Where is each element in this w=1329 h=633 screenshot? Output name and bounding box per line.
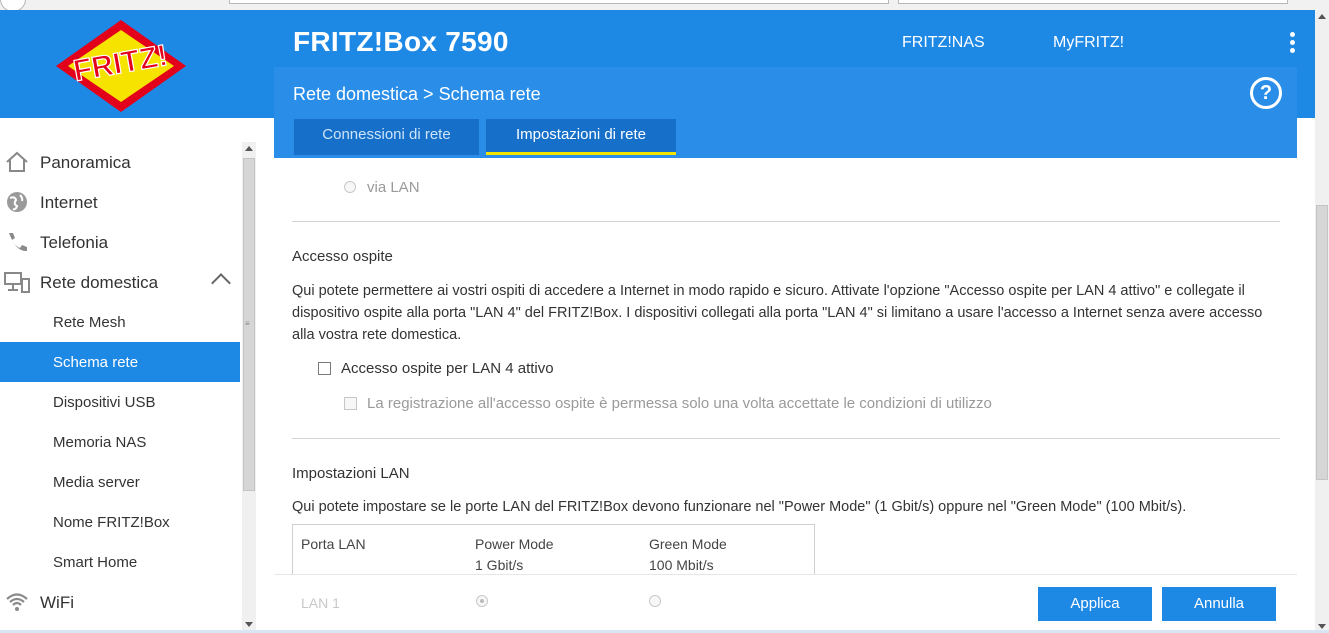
scroll-down-arrow-icon[interactable] — [245, 622, 253, 627]
wifi-icon — [6, 593, 28, 611]
lan-settings-description: Qui potete impostare se le porte LAN del… — [292, 499, 1187, 515]
sidebar-item-memoria-nas[interactable]: Memoria NAS — [0, 422, 240, 462]
via-lan-radio[interactable] — [344, 181, 356, 193]
browser-search-bar[interactable] — [898, 0, 1288, 4]
tab-impostazioni-di-rete[interactable]: Impostazioni di rete — [486, 119, 676, 155]
sidebar-item-wifi[interactable]: WiFi — [0, 582, 240, 622]
browser-toolbar — [0, 0, 1329, 12]
sidebar-item-label: Rete domestica — [40, 273, 159, 292]
divider — [292, 221, 1280, 222]
sidebar-item-dispositivi-usb[interactable]: Dispositivi USB — [0, 382, 240, 422]
lan-ports-table: Porta LAN Power Mode 1 Gbit/s Green Mode… — [292, 524, 815, 574]
sidebar-item-nome-fritzbox[interactable]: Nome FRITZ!Box — [0, 502, 240, 542]
sidebar-item-label: Rete Mesh — [53, 314, 126, 331]
sidebar-item-smart-home[interactable]: Smart Home — [0, 542, 240, 582]
page-scrollbar[interactable] — [1315, 10, 1329, 633]
sidebar-item-label: Nome FRITZ!Box — [53, 514, 170, 531]
myfritz-link[interactable]: MyFRITZ! — [1053, 34, 1124, 52]
table-header-port: Porta LAN — [301, 536, 366, 552]
tab-connessioni-di-rete[interactable]: Connessioni di rete — [294, 119, 479, 155]
breadcrumb: Rete domestica > Schema rete — [293, 84, 541, 104]
sidebar-item-rete-mesh[interactable]: Rete Mesh — [0, 302, 240, 342]
sidebar-item-label: Dispositivi USB — [53, 394, 156, 411]
guest-lan4-label: Accesso ospite per LAN 4 attivo — [341, 360, 554, 377]
table-header-green-mode: Green Mode 100 Mbit/s — [649, 536, 727, 573]
sidebar-item-panoramica[interactable]: Panoramica — [0, 142, 240, 182]
lan1-green-mode-radio[interactable] — [649, 595, 661, 607]
scroll-up-arrow-icon[interactable] — [1318, 14, 1326, 19]
sidebar-item-media-server[interactable]: Media server — [0, 462, 240, 502]
sidebar-item-rete-domestica[interactable]: Rete domestica — [0, 262, 240, 302]
fritz-nas-link[interactable]: FRITZ!NAS — [902, 34, 985, 52]
scroll-up-arrow-icon[interactable] — [245, 146, 253, 151]
main-content: via LAN Accesso ospite Qui potete permet… — [274, 158, 1297, 574]
guest-access-description: Qui potete permettere ai vostri ospiti d… — [292, 283, 1263, 343]
cancel-button[interactable]: Annulla — [1162, 587, 1276, 621]
address-bar[interactable] — [229, 0, 889, 4]
fritz-logo[interactable]: FRITZ! — [52, 18, 190, 114]
scrollbar-thumb[interactable] — [1316, 205, 1328, 480]
sidebar-item-label: Schema rete — [53, 354, 139, 371]
sidebar-item-telefonia[interactable]: Telefonia — [0, 222, 240, 262]
sidebar-item-label: Media server — [53, 474, 140, 491]
sidebar-item-label: Panoramica — [40, 153, 131, 172]
via-lan-label: via LAN — [367, 179, 420, 196]
sidebar-item-label: Telefonia — [40, 233, 109, 252]
content-header: Rete domestica > Schema rete ? Connessio… — [274, 67, 1297, 158]
home-icon — [6, 151, 28, 172]
table-header-power-mode: Power Mode 1 Gbit/s — [475, 536, 554, 573]
phone-icon — [9, 233, 27, 252]
sidebar-item-schema-rete[interactable]: Schema rete — [0, 342, 240, 382]
sidebar-item-label: Memoria NAS — [53, 434, 147, 451]
guest-terms-checkbox[interactable] — [344, 397, 357, 410]
apply-button[interactable]: Applica — [1038, 587, 1152, 621]
lan1-row-label: LAN 1 — [301, 595, 340, 611]
action-bar: LAN 1 Applica Annulla — [274, 574, 1297, 633]
product-title: FRITZ!Box 7590 — [293, 26, 509, 57]
globe-icon — [7, 192, 27, 212]
network-icon — [4, 272, 30, 293]
chevron-up-icon[interactable] — [211, 273, 231, 293]
lan-settings-title: Impostazioni LAN — [292, 465, 410, 482]
sidebar-scrollbar[interactable]: ≡ — [242, 142, 256, 633]
scroll-down-arrow-icon[interactable] — [1318, 624, 1326, 629]
sidebar-item-internet[interactable]: Internet — [0, 182, 240, 222]
guest-access-title: Accesso ospite — [292, 248, 393, 265]
sidebar-item-label: WiFi — [40, 593, 74, 612]
sidebar-item-label: Smart Home — [53, 554, 138, 571]
more-menu-icon[interactable] — [1287, 32, 1297, 58]
sidebar-item-label: Internet — [40, 193, 98, 212]
lan1-power-mode-radio[interactable] — [476, 595, 488, 607]
sidebar: Panoramica Internet Telefonia Rete domes… — [0, 118, 240, 633]
grip-icon: ≡ — [245, 319, 250, 328]
guest-terms-label: La registrazione all'accesso ospite è pe… — [367, 395, 992, 412]
divider — [292, 438, 1280, 439]
guest-lan4-checkbox[interactable] — [318, 362, 331, 375]
help-icon[interactable]: ? — [1250, 77, 1282, 109]
